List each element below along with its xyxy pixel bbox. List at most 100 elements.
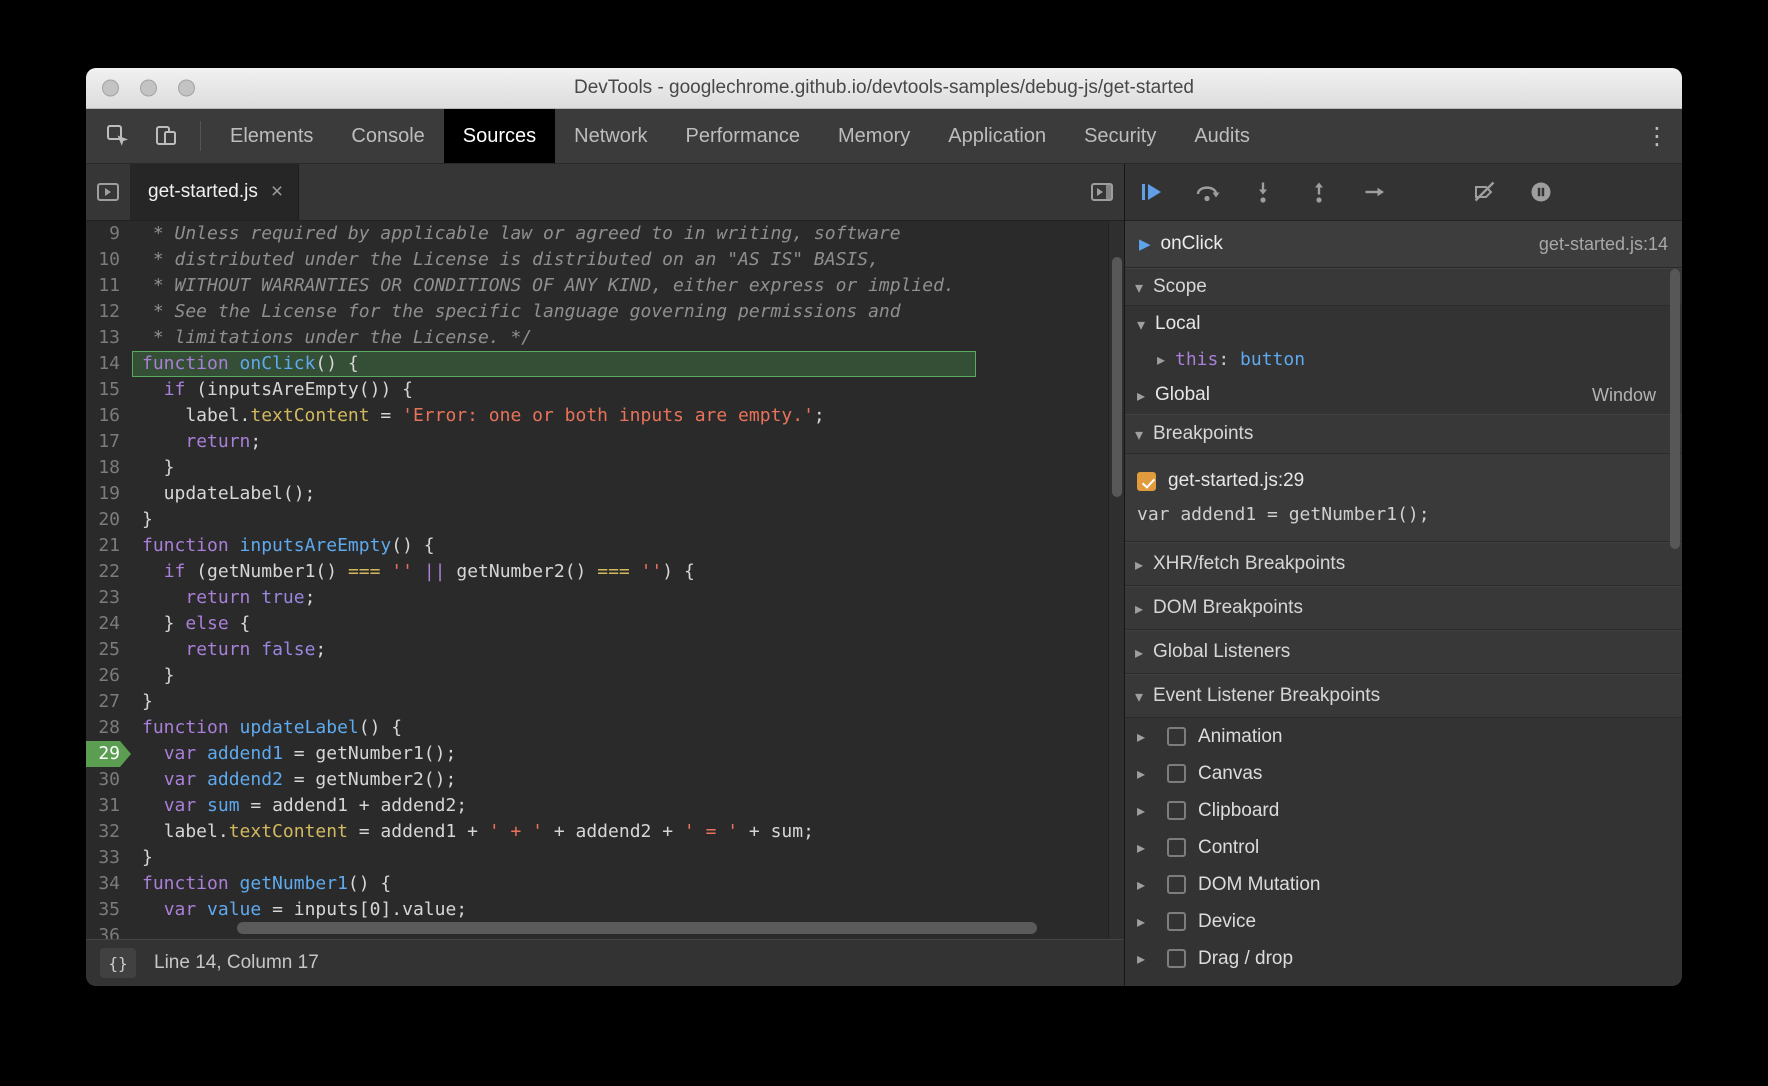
code-text[interactable]: * WITHOUT WARRANTIES OR CONDITIONS OF AN… bbox=[132, 273, 1124, 299]
code-text[interactable]: } else { bbox=[132, 611, 1124, 637]
expand-triangle-icon[interactable] bbox=[1137, 949, 1155, 968]
section-xhr-fetch-breakpoints[interactable]: XHR/fetch Breakpoints bbox=[1125, 542, 1682, 586]
code-text[interactable]: } bbox=[132, 507, 1124, 533]
code-text[interactable]: label.textContent = 'Error: one or both … bbox=[132, 403, 1124, 429]
event-checkbox[interactable] bbox=[1167, 727, 1186, 746]
horizontal-scrollbar-thumb[interactable] bbox=[237, 922, 1037, 934]
section-event-listener-breakpoints[interactable]: Event Listener Breakpoints bbox=[1125, 674, 1682, 718]
line-number[interactable]: 12 bbox=[86, 299, 132, 325]
event-item-animation[interactable]: Animation bbox=[1125, 718, 1682, 755]
scope-local-row[interactable]: Local bbox=[1125, 306, 1682, 342]
code-text[interactable]: label.textContent = addend1 + ' + ' + ad… bbox=[132, 819, 1124, 845]
expand-triangle-icon[interactable] bbox=[1137, 386, 1155, 405]
deactivate-breakpoints-button[interactable] bbox=[1471, 178, 1499, 206]
line-number[interactable]: 31 bbox=[86, 793, 132, 819]
device-toolbar-button[interactable] bbox=[142, 109, 190, 163]
pretty-print-button[interactable]: {} bbox=[100, 948, 136, 978]
tab-security[interactable]: Security bbox=[1065, 109, 1175, 163]
code-text[interactable]: return; bbox=[132, 429, 1124, 455]
show-navigator-button[interactable] bbox=[86, 164, 130, 220]
expand-triangle-icon[interactable] bbox=[1137, 801, 1155, 820]
line-number[interactable]: 25 bbox=[86, 637, 132, 663]
code-text[interactable]: * limitations under the License. */ bbox=[132, 325, 1124, 351]
event-item-canvas[interactable]: Canvas bbox=[1125, 755, 1682, 792]
line-number[interactable]: 13 bbox=[86, 325, 132, 351]
code-text[interactable]: var addend1 = getNumber1(); bbox=[132, 741, 1124, 767]
breakpoint-entry[interactable]: get-started.js:29 var addend1 = getNumbe… bbox=[1125, 454, 1682, 542]
line-number[interactable]: 10 bbox=[86, 247, 132, 273]
close-tab-icon[interactable]: × bbox=[271, 180, 283, 204]
toggle-sidebar-button[interactable] bbox=[1080, 164, 1124, 220]
line-number[interactable]: 18 bbox=[86, 455, 132, 481]
pause-on-exceptions-button[interactable] bbox=[1527, 178, 1555, 206]
code-text[interactable]: if (getNumber1() === '' || getNumber2() … bbox=[132, 559, 1124, 585]
step-out-button[interactable] bbox=[1305, 178, 1333, 206]
event-checkbox[interactable] bbox=[1167, 838, 1186, 857]
minimize-window-button[interactable] bbox=[140, 80, 157, 97]
line-number[interactable]: 15 bbox=[86, 377, 132, 403]
line-number[interactable]: 11 bbox=[86, 273, 132, 299]
tab-audits[interactable]: Audits bbox=[1175, 109, 1269, 163]
zoom-window-button[interactable] bbox=[178, 80, 195, 97]
line-number[interactable]: 27 bbox=[86, 689, 132, 715]
code-text[interactable]: function inputsAreEmpty() { bbox=[132, 533, 1124, 559]
line-number[interactable]: 23 bbox=[86, 585, 132, 611]
event-item-device[interactable]: Device bbox=[1125, 903, 1682, 940]
code-text[interactable]: * distributed under the License is distr… bbox=[132, 247, 1124, 273]
code-text[interactable]: var addend2 = getNumber2(); bbox=[132, 767, 1124, 793]
sidebar-scrollbar-thumb[interactable] bbox=[1670, 269, 1680, 549]
line-number[interactable]: 19 bbox=[86, 481, 132, 507]
section-scope[interactable]: Scope bbox=[1125, 268, 1682, 306]
code-text[interactable]: * Unless required by applicable law or a… bbox=[132, 221, 1124, 247]
breakpoint-checkbox[interactable] bbox=[1137, 472, 1156, 491]
tab-network[interactable]: Network bbox=[555, 109, 666, 163]
event-checkbox[interactable] bbox=[1167, 801, 1186, 820]
line-number[interactable]: 17 bbox=[86, 429, 132, 455]
event-checkbox[interactable] bbox=[1167, 912, 1186, 931]
code-text[interactable]: * See the License for the specific langu… bbox=[132, 299, 1124, 325]
line-number[interactable]: 32 bbox=[86, 819, 132, 845]
expand-triangle-icon[interactable] bbox=[1137, 875, 1155, 894]
code-text[interactable]: return true; bbox=[132, 585, 1124, 611]
expand-triangle-icon[interactable] bbox=[1137, 838, 1155, 857]
code-text[interactable]: } bbox=[132, 845, 1124, 871]
resume-button[interactable] bbox=[1137, 178, 1165, 206]
line-number[interactable]: 34 bbox=[86, 871, 132, 897]
line-number[interactable]: 22 bbox=[86, 559, 132, 585]
line-number[interactable]: 35 bbox=[86, 897, 132, 923]
event-item-control[interactable]: Control bbox=[1125, 829, 1682, 866]
code-text[interactable]: } bbox=[132, 455, 1124, 481]
line-number[interactable]: 9 bbox=[86, 221, 132, 247]
event-checkbox[interactable] bbox=[1167, 875, 1186, 894]
file-tab-get-started[interactable]: get-started.js × bbox=[130, 164, 299, 220]
code-text[interactable]: return false; bbox=[132, 637, 1124, 663]
section-global-listeners[interactable]: Global Listeners bbox=[1125, 630, 1682, 674]
section-breakpoints[interactable]: Breakpoints bbox=[1125, 414, 1682, 454]
line-number[interactable]: 26 bbox=[86, 663, 132, 689]
tab-console[interactable]: Console bbox=[332, 109, 443, 163]
code-text[interactable]: } bbox=[132, 663, 1124, 689]
editor-vertical-scrollbar[interactable] bbox=[1108, 221, 1124, 939]
step-over-button[interactable] bbox=[1193, 178, 1221, 206]
breakpoint-marker[interactable]: 29 bbox=[86, 741, 132, 767]
tab-memory[interactable]: Memory bbox=[819, 109, 929, 163]
call-frame-row[interactable]: onClick get-started.js:14 bbox=[1125, 221, 1682, 268]
tab-elements[interactable]: Elements bbox=[211, 109, 332, 163]
more-options-button[interactable] bbox=[1632, 109, 1682, 163]
line-number[interactable]: 16 bbox=[86, 403, 132, 429]
event-item-dom-mutation[interactable]: DOM Mutation bbox=[1125, 866, 1682, 903]
code-text[interactable]: if (inputsAreEmpty()) { bbox=[132, 377, 1124, 403]
event-item-drag-drop[interactable]: Drag / drop bbox=[1125, 940, 1682, 977]
event-checkbox[interactable] bbox=[1167, 949, 1186, 968]
step-button[interactable] bbox=[1361, 178, 1389, 206]
code-text[interactable]: function updateLabel() { bbox=[132, 715, 1124, 741]
line-number[interactable]: 24 bbox=[86, 611, 132, 637]
code-editor[interactable]: 9 * Unless required by applicable law or… bbox=[86, 221, 1124, 939]
event-checkbox[interactable] bbox=[1167, 764, 1186, 783]
scope-this-row[interactable]: this: button bbox=[1125, 342, 1682, 376]
code-text[interactable]: function getNumber1() { bbox=[132, 871, 1124, 897]
code-text[interactable]: } bbox=[132, 689, 1124, 715]
event-item-clipboard[interactable]: Clipboard bbox=[1125, 792, 1682, 829]
code-text[interactable]: var sum = addend1 + addend2; bbox=[132, 793, 1124, 819]
line-number[interactable]: 28 bbox=[86, 715, 132, 741]
